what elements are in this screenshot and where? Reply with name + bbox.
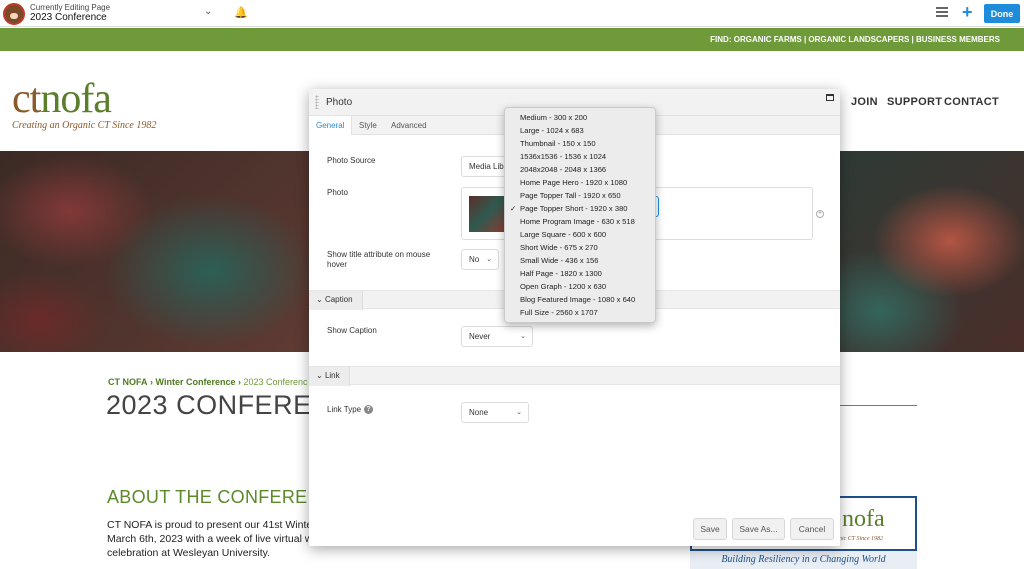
photo-size-option-label: Medium - 300 x 200 (520, 113, 588, 122)
photo-thumbnail[interactable] (469, 196, 505, 232)
save-as-button[interactable]: Save As... (732, 518, 785, 540)
link-section-header[interactable]: ⌄ Link (309, 366, 840, 386)
chevron-down-icon: ⌄ (316, 295, 323, 304)
photo-size-option[interactable]: Large Square - 600 x 600 (505, 228, 655, 241)
editing-page-title[interactable]: 2023 Conference (30, 12, 107, 23)
tab-general[interactable]: General (309, 116, 353, 135)
breadcrumb-parent[interactable]: Winter Conference (156, 377, 236, 387)
photo-size-option[interactable]: Blog Featured Image - 1080 x 640 (505, 293, 655, 306)
photo-size-option-label: Home Program Image - 630 x 518 (520, 217, 635, 226)
photo-source-label: Photo Source (327, 156, 376, 165)
photo-size-option-label: 1536x1536 - 1536 x 1024 (520, 152, 607, 161)
breadcrumb-separator: › (150, 377, 154, 387)
checkmark-icon: ✓ (510, 204, 517, 213)
nav-join[interactable]: JOIN (851, 96, 878, 108)
photo-size-option-label: 2048x2048 - 2048 x 1366 (520, 165, 607, 174)
photo-size-option-label: Small Wide - 436 x 156 (520, 256, 599, 265)
chevron-down-icon: ⌄ (486, 256, 492, 263)
photo-size-option[interactable]: Home Program Image - 630 x 518 (505, 215, 655, 228)
photo-size-option-label: Thumbnail - 150 x 150 (520, 139, 596, 148)
divider (840, 405, 917, 406)
photo-size-option-label: Full Size - 2560 x 1707 (520, 308, 598, 317)
modal-title: Photo (326, 97, 353, 108)
photo-size-option[interactable]: Half Page - 1820 x 1300 (505, 267, 655, 280)
drag-handle-icon[interactable] (315, 95, 319, 109)
maximize-icon[interactable] (826, 94, 834, 101)
photo-size-dropdown[interactable]: Medium - 300 x 200 Large - 1024 x 683 Thum… (504, 107, 656, 323)
page-title: 2023 CONFERE (106, 390, 312, 420)
photo-size-option[interactable]: Home Page Hero - 1920 x 1080 (505, 176, 655, 189)
promo-tagline: Building Resiliency in a Changing World (690, 551, 917, 569)
add-icon[interactable]: + (816, 210, 824, 218)
tab-style[interactable]: Style (352, 116, 384, 135)
logo-wordmark: ctnofa (12, 76, 112, 122)
promo-logo: nofa (842, 506, 885, 532)
editor-toolbar: Currently Editing Page 2023 Conference ⌄… (0, 0, 1024, 27)
photo-size-option[interactable]: Small Wide - 436 x 156 (505, 254, 655, 267)
photo-size-option-label: Page Topper Tall - 1920 x 650 (520, 191, 621, 200)
done-button[interactable]: Done (984, 4, 1020, 23)
photo-size-option-label: Half Page - 1820 x 1300 (520, 269, 602, 278)
help-icon[interactable]: ? (364, 405, 373, 414)
editing-subtitle: Currently Editing Page (30, 3, 111, 12)
show-caption-select[interactable]: Never ⌄ (461, 326, 533, 347)
about-text: CT NOFA is proud to present our 41st Win… (107, 519, 316, 559)
photo-size-option[interactable]: Page Topper Tall - 1920 x 650 (505, 189, 655, 202)
tab-advanced[interactable]: Advanced (384, 116, 434, 135)
about-heading: ABOUT THE CONFERE (107, 487, 308, 507)
nav-contact[interactable]: CONTACT (944, 96, 999, 108)
link-type-label: Link Type (327, 405, 362, 414)
photo-size-option[interactable]: Large - 1024 x 683 (505, 124, 655, 137)
cancel-button[interactable]: Cancel (790, 518, 834, 540)
save-button[interactable]: Save (693, 518, 727, 540)
link-section-tab[interactable]: ⌄ Link (309, 367, 350, 386)
add-content-plus-icon[interactable]: + (962, 2, 973, 23)
photo-label: Photo (327, 188, 348, 197)
photo-size-option[interactable]: Short Wide - 675 x 270 (505, 241, 655, 254)
chevron-down-icon: ⌄ (520, 333, 526, 340)
title-attribute-select[interactable]: No ⌄ (461, 249, 499, 270)
site-logo[interactable]: ctnofa Creating an Organic CT Since 1982 (12, 78, 156, 131)
photo-size-option[interactable]: Medium - 300 x 200 (505, 111, 655, 124)
breadcrumb-current: 2023 Conferenc (243, 377, 308, 387)
outline-list-icon[interactable] (936, 7, 948, 17)
photo-size-option-label: Blog Featured Image - 1080 x 640 (520, 295, 636, 304)
photo-size-option-label: Open Graph - 1200 x 630 (520, 282, 607, 291)
chevron-down-icon: ⌄ (516, 409, 522, 416)
photo-size-option[interactable]: Thumbnail - 150 x 150 (505, 137, 655, 150)
show-caption-label: Show Caption (327, 326, 377, 335)
breadcrumb-separator: › (237, 377, 241, 387)
photo-size-option[interactable]: ✓ Page Topper Short - 1920 x 380 (505, 202, 655, 215)
photo-size-option-label: Home Page Hero - 1920 x 1080 (520, 178, 628, 187)
bell-icon[interactable]: 🔔 (234, 6, 248, 19)
photo-size-option[interactable]: Full Size - 2560 x 1707 (505, 306, 655, 319)
logo-tagline: Creating an Organic CT Since 1982 (12, 120, 157, 131)
photo-size-option-label: Short Wide - 675 x 270 (520, 243, 598, 252)
chevron-down-icon[interactable]: ⌄ (204, 6, 212, 17)
photo-size-option[interactable]: 1536x1536 - 1536 x 1024 (505, 150, 655, 163)
caption-section-tab[interactable]: ⌄ Caption (309, 291, 363, 310)
photo-size-option-label: Large - 1024 x 683 (520, 126, 584, 135)
nav-support[interactable]: SUPPORT (887, 96, 942, 108)
link-type-select[interactable]: None ⌄ (461, 402, 529, 423)
photo-size-option[interactable]: Open Graph - 1200 x 630 (505, 280, 655, 293)
breadcrumb: CT NOFA › Winter Conference › 2023 Confe… (108, 377, 308, 387)
beaver-builder-logo-icon[interactable] (3, 3, 25, 25)
photo-size-option-label: Page Topper Short - 1920 x 380 (520, 204, 628, 213)
title-attribute-label: Show title attribute on mouse hover (327, 250, 431, 269)
find-links-bar[interactable]: FIND: ORGANIC FARMS | ORGANIC LANDSCAPER… (0, 28, 1024, 51)
photo-size-option[interactable]: 2048x2048 - 2048 x 1366 (505, 163, 655, 176)
breadcrumb-home[interactable]: CT NOFA (108, 377, 148, 387)
photo-size-option-label: Large Square - 600 x 600 (520, 230, 607, 239)
chevron-down-icon: ⌄ (316, 371, 323, 380)
